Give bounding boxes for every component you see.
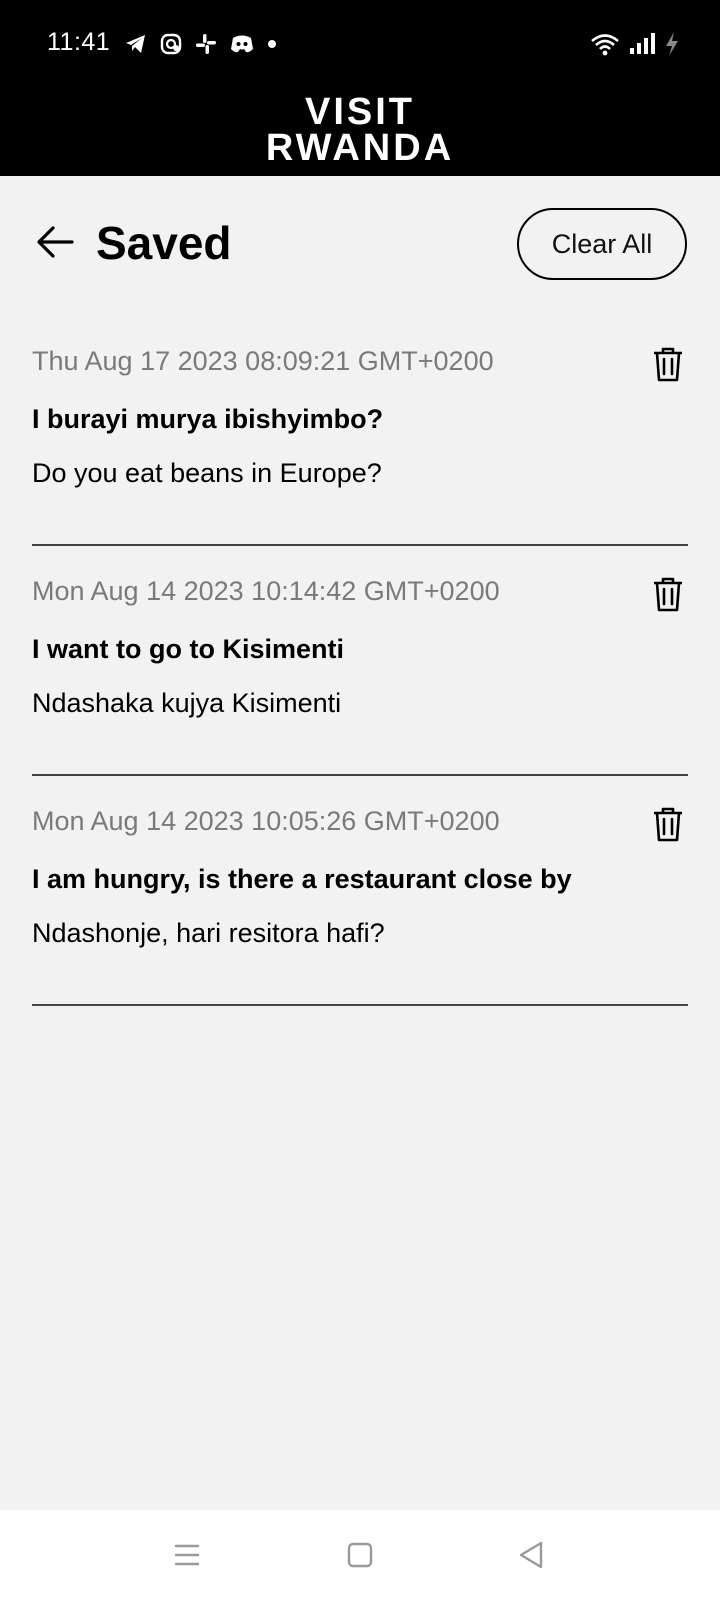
system-icons: [590, 30, 680, 58]
recent-apps-button[interactable]: [170, 1538, 204, 1572]
wifi-icon: [590, 32, 620, 56]
delete-button[interactable]: [648, 804, 688, 844]
menu-icon: [173, 1542, 201, 1568]
item-date: Thu Aug 17 2023 08:09:21 GMT+0200: [32, 346, 494, 376]
system-nav-bar: [0, 1510, 720, 1600]
clear-all-button[interactable]: Clear All: [517, 208, 687, 280]
delete-button[interactable]: [648, 344, 688, 384]
item-translation-text: Ndashonje, hari resitora hafi?: [32, 918, 385, 948]
home-button[interactable]: [343, 1538, 377, 1572]
item-date: Mon Aug 14 2023 10:05:26 GMT+0200: [32, 806, 500, 836]
charging-icon: [664, 31, 680, 57]
notification-icons: [124, 30, 278, 58]
discord-icon: [229, 32, 255, 56]
status-time: 11:41: [47, 28, 111, 56]
system-back-button[interactable]: [514, 1538, 548, 1572]
trash-icon: [651, 805, 685, 843]
item-date: Mon Aug 14 2023 10:14:42 GMT+0200: [32, 576, 500, 606]
trash-icon: [651, 575, 685, 613]
item-translation-text: Ndashaka kujya Kisimenti: [32, 688, 342, 718]
telegram-icon: [124, 32, 148, 56]
delete-button[interactable]: [648, 574, 688, 614]
item-source-text: I am hungry, is there a restaurant close…: [32, 864, 572, 894]
visit-rwanda-logo: VISIT RWANDA: [0, 84, 720, 176]
signal-icon: [628, 32, 656, 56]
saved-list: Thu Aug 17 2023 08:09:21 GMT+0200 I bura…: [32, 316, 688, 1006]
page-title: Saved: [96, 217, 232, 269]
logo-line-1: VISIT: [304, 90, 416, 133]
messenger-icon: [159, 32, 183, 56]
dot-icon: [266, 32, 278, 56]
title-bar: Saved Clear All: [0, 176, 720, 316]
slack-icon: [194, 32, 218, 56]
status-bar: 11:41: [0, 0, 720, 84]
item-source-text: I burayi murya ibishyimbo?: [32, 404, 384, 434]
list-item: Thu Aug 17 2023 08:09:21 GMT+0200 I bura…: [32, 316, 688, 546]
back-triangle-icon: [517, 1540, 545, 1570]
home-square-icon: [346, 1541, 374, 1569]
item-source-text: I want to go to Kisimenti: [32, 634, 344, 664]
logo-line-2: RWANDA: [265, 127, 455, 169]
trash-icon: [651, 345, 685, 383]
app-header: VISIT RWANDA: [0, 84, 720, 176]
list-item: Mon Aug 14 2023 10:05:26 GMT+0200 I am h…: [32, 776, 688, 1006]
item-translation-text: Do you eat beans in Europe?: [32, 458, 382, 488]
arrow-left-icon: [36, 225, 76, 259]
back-button[interactable]: [34, 220, 78, 264]
list-item: Mon Aug 14 2023 10:14:42 GMT+0200 I want…: [32, 546, 688, 776]
